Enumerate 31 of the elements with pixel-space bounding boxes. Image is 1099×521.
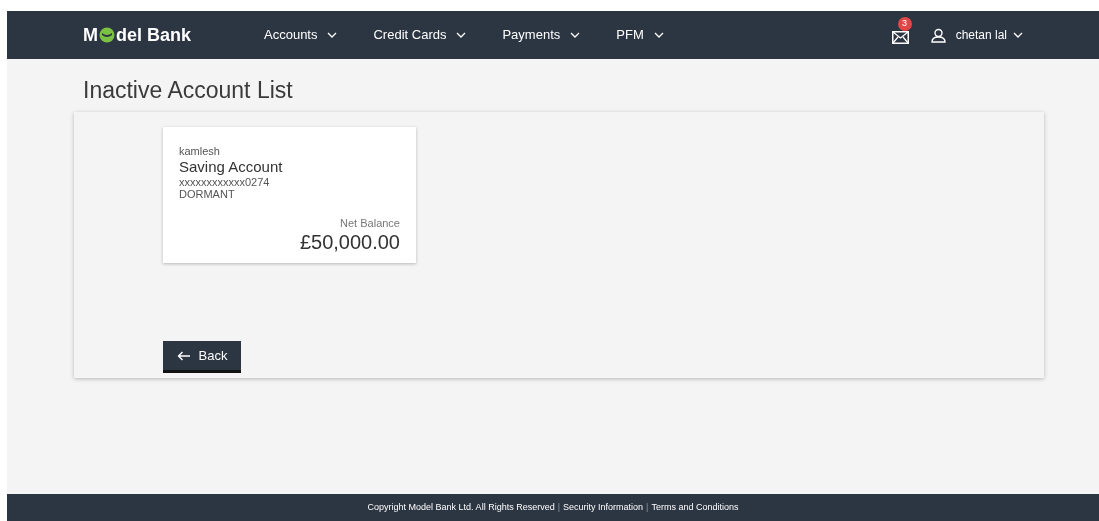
logo-o-icon xyxy=(99,27,115,43)
notification-badge: 3 xyxy=(897,16,912,31)
nav-menu-item[interactable]: Accounts xyxy=(264,25,338,45)
balance-amount: £50,000.00 xyxy=(299,230,400,254)
page-title: Inactive Account List xyxy=(83,76,294,105)
nav-menu-item[interactable]: Credit Cards xyxy=(373,25,467,45)
account-holder: kamlesh xyxy=(179,145,220,158)
nav-menu-item[interactable]: PFM xyxy=(616,25,664,45)
mail-icon[interactable] xyxy=(891,30,909,44)
arrow-left-icon xyxy=(176,350,191,361)
account-type: Saving Account xyxy=(179,158,283,176)
chevron-down-icon xyxy=(327,32,338,38)
footer-link[interactable]: Terms and Conditions xyxy=(651,500,739,515)
separator: | xyxy=(646,500,649,514)
user-icon xyxy=(930,27,946,43)
logo-text: M xyxy=(83,23,98,47)
user-menu[interactable]: chetan lal xyxy=(955,26,1023,44)
account-card[interactable]: kamlesh Saving Account xxxxxxxxxxxx0274 DORMANT Net Balance £50,000.00 xyxy=(163,127,416,263)
logo-text: del Bank xyxy=(116,23,192,47)
copyright-text: Copyright Model Bank Ltd. All Rights Reserved xyxy=(367,500,555,514)
balance-label: Net Balance xyxy=(340,216,400,230)
nav-menu-item[interactable]: Payments xyxy=(502,25,581,45)
chevron-down-icon xyxy=(653,32,664,38)
account-status: DORMANT xyxy=(179,188,235,200)
chevron-down-icon xyxy=(456,32,467,38)
separator: | xyxy=(557,500,560,514)
chevron-down-icon xyxy=(1013,32,1023,38)
footer-link[interactable]: Security Information xyxy=(563,500,644,515)
account-number: xxxxxxxxxxxx0274 xyxy=(179,176,270,188)
back-button[interactable]: Back xyxy=(163,341,241,373)
chevron-down-icon xyxy=(570,32,581,38)
